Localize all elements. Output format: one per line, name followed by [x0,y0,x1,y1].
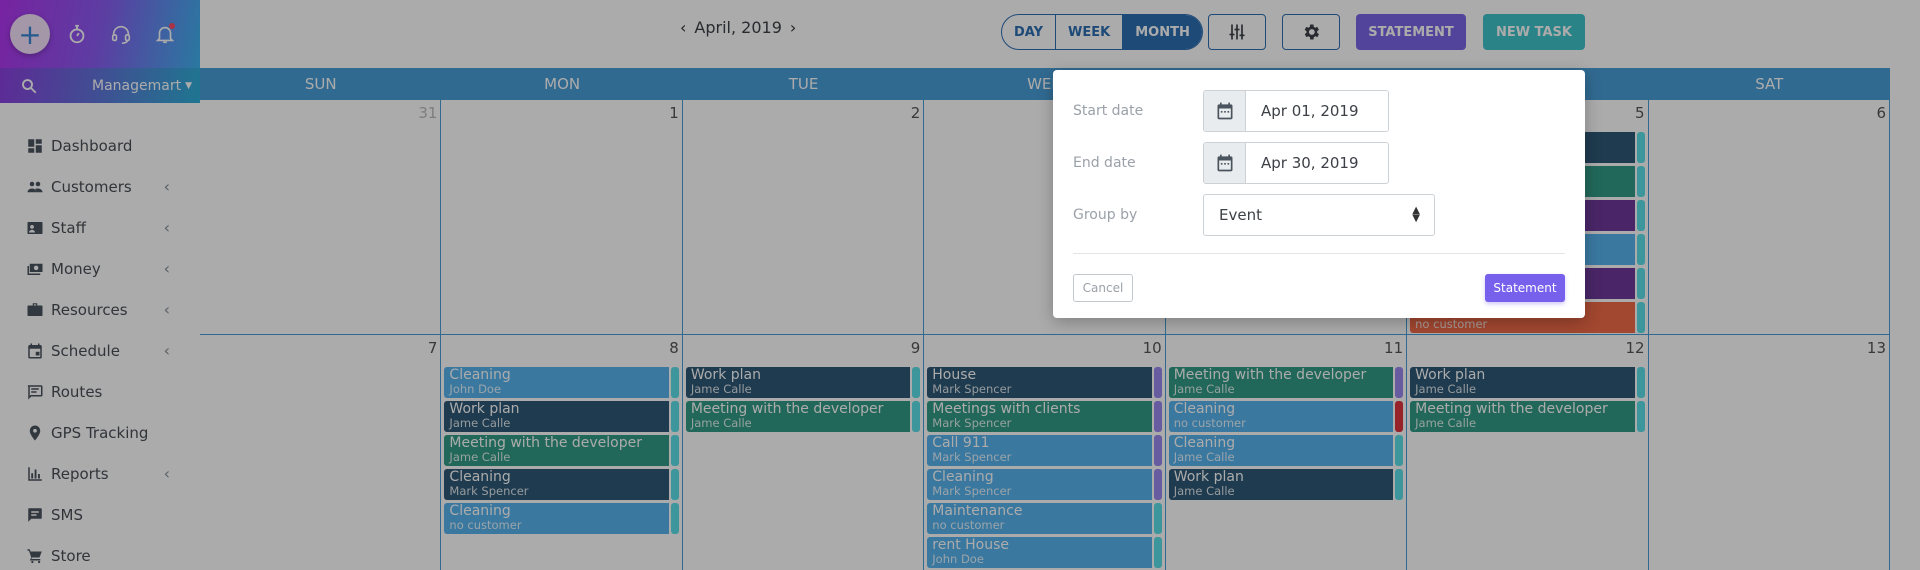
start-date-input[interactable] [1246,91,1388,131]
start-date-row: Start date [1073,90,1389,132]
end-date-label: End date [1073,155,1136,171]
submit-statement-button[interactable]: Statement [1485,274,1565,302]
modal-backdrop[interactable] [0,0,1920,570]
modal-divider [1073,253,1565,254]
group-by-label: Group by [1073,207,1138,223]
statement-modal: Start date End date Group by Event ▲▼ Ca… [1053,70,1585,318]
cancel-button[interactable]: Cancel [1073,274,1133,302]
calendar-icon[interactable] [1204,143,1246,183]
group-by-select[interactable]: Event ▲ ▼ [1203,194,1435,236]
end-date-input[interactable] [1246,143,1388,183]
calendar-icon[interactable] [1204,91,1246,131]
sort-caret-icon: ▲ ▼ [1412,205,1420,224]
start-date-field [1203,90,1389,132]
group-by-value: Event [1219,206,1262,224]
start-date-label: Start date [1073,103,1144,119]
end-date-field [1203,142,1389,184]
group-by-row: Group by Event ▲ ▼ [1073,194,1435,236]
end-date-row: End date [1073,142,1389,184]
